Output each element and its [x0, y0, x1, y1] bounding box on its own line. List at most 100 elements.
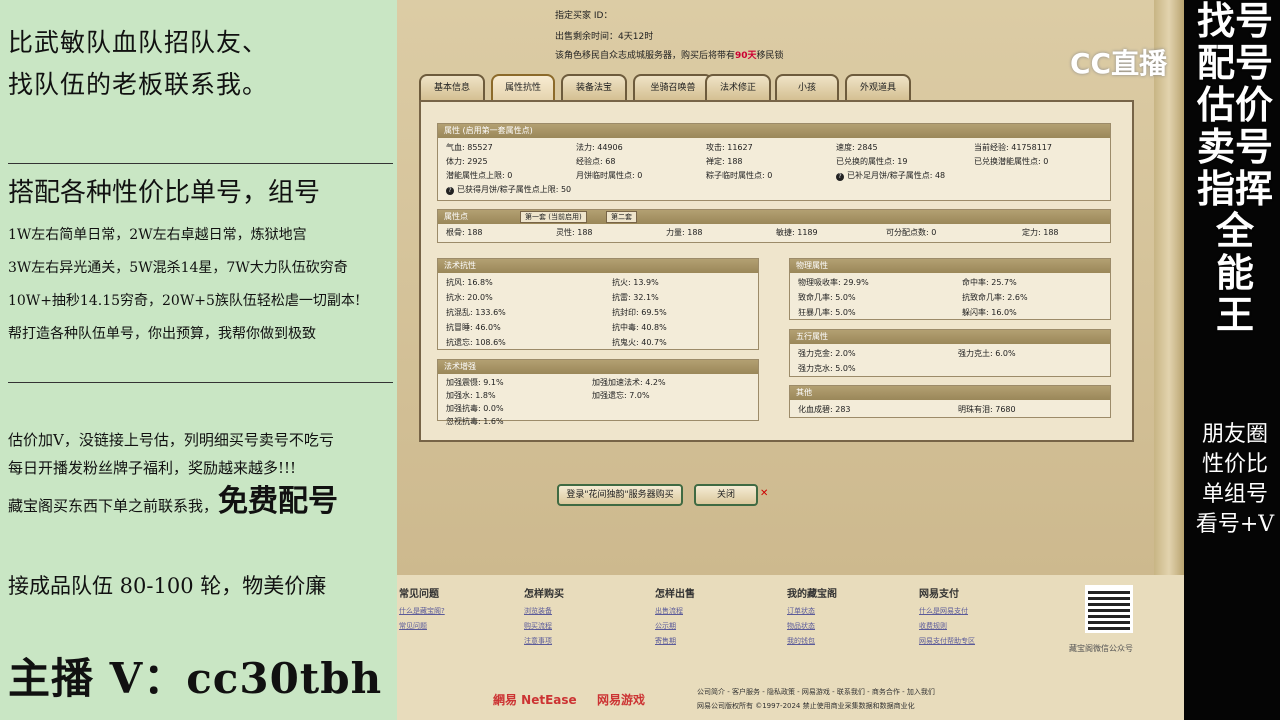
- tab-spell-mods[interactable]: 法术修正: [705, 74, 771, 101]
- point-resolve: 定力: 188: [1022, 227, 1059, 238]
- stat-value: 0: [637, 171, 643, 180]
- banner-line: 能: [1215, 250, 1254, 295]
- tab-basic-info[interactable]: 基本信息: [419, 74, 485, 101]
- help-icon[interactable]: ?: [836, 173, 844, 181]
- footer-link[interactable]: 什么是藏宝阁?: [399, 606, 445, 616]
- valuation-text: 估价加V，没链接上号估，列明细买号卖号不吃亏 每日开播发粉丝牌子福利，奖励越来越…: [8, 426, 338, 520]
- stat-zongzi-temp: 粽子临时属性点: 0: [706, 170, 772, 181]
- other-section: 其他 化血成碧: 283 明珠有泪: 7680: [789, 385, 1111, 418]
- stat-value: 7680: [995, 405, 1016, 414]
- footer-links[interactable]: 公司简介 - 客户服务 - 隐私政策 - 网易游戏 - 联系我们 - 商务合作 …: [697, 687, 935, 697]
- help-icon[interactable]: ?: [446, 187, 454, 195]
- point-physique: 根骨: 188: [446, 227, 483, 238]
- remaining-label: 出售剩余时间：: [555, 32, 619, 42]
- banner-line: 配号: [1196, 40, 1273, 85]
- footer-heading: 常见问题: [399, 589, 439, 600]
- qr-code-icon: [1085, 585, 1133, 633]
- stat-label: 命中率:: [962, 278, 989, 287]
- footer-link[interactable]: 什么是网易支付: [919, 606, 975, 616]
- stat-exchanged: 已兑换的属性点: 19: [836, 156, 907, 167]
- stat-value: 16.0%: [991, 308, 1017, 317]
- banner-line: 性价比: [1201, 452, 1268, 477]
- tab-point-set-1[interactable]: 第一套 (当前启用): [520, 211, 587, 223]
- stat-label: 攻击:: [706, 143, 725, 152]
- tab-equipment[interactable]: 装备法宝: [561, 74, 627, 101]
- stat-label: 强力克金:: [798, 349, 833, 358]
- footer-col-faq: 常见问题 什么是藏宝阁? 常见问题: [399, 585, 445, 636]
- tab-attributes[interactable]: 属性抗性: [491, 74, 555, 101]
- stat-mooncake-temp: 月饼临时属性点: 0: [576, 170, 642, 181]
- stat-value: 32.1%: [633, 293, 659, 302]
- stat-label: 强力克土:: [958, 349, 993, 358]
- tab-point-set-2[interactable]: 第二套: [606, 211, 637, 223]
- stat-value: 188: [467, 228, 483, 237]
- stat-label: 抗封印:: [612, 308, 639, 317]
- recruit-line-2: 找队伍的老板联系我。: [8, 70, 269, 99]
- stat-value: 85527: [467, 143, 493, 152]
- contact-text: 主播 V：cc30tbh: [8, 654, 383, 703]
- stat-value: 1189: [797, 228, 818, 237]
- footer-link[interactable]: 网易支付帮助专区: [919, 636, 975, 646]
- stat-label: 粽子临时属性点:: [706, 171, 765, 180]
- netease-logo: 網易 NetEase: [493, 693, 577, 707]
- stat-exp-points: 经验点: 68: [576, 156, 615, 167]
- stat-value: 108.6%: [475, 338, 506, 347]
- service-item: 3W左右异光通关，5W混杀14星，7W大力队伍砍穷奇: [8, 260, 348, 276]
- stat-value: 11627: [727, 143, 753, 152]
- stat-label: 躲闪率:: [962, 308, 989, 317]
- banner-line: 找号: [1196, 0, 1273, 43]
- stat-value: 25.7%: [991, 278, 1017, 287]
- stat-value: 46.0%: [475, 323, 501, 332]
- notice-days: 90天: [735, 51, 757, 61]
- close-x-icon[interactable]: ✕: [760, 488, 768, 499]
- tab-child[interactable]: 小孩: [775, 74, 839, 101]
- footer-link[interactable]: 公示期: [655, 621, 695, 631]
- footer-col-buy: 怎样购买 浏览装备 购买流程 注意事项: [524, 585, 564, 651]
- footer-link[interactable]: 收费规则: [919, 621, 975, 631]
- footer-link[interactable]: 物品状态: [787, 621, 837, 631]
- tab-mounts-pets[interactable]: 坐骑召唤兽: [633, 74, 713, 101]
- stat-exp: 当前经验: 41758117: [974, 142, 1052, 153]
- valuation-line: 藏宝阁买东西下单之前联系我，: [8, 497, 219, 515]
- footer-link[interactable]: 我的钱包: [787, 636, 837, 646]
- recruit-text: 比武敏队血队招队友、 找队伍的老板联系我。: [8, 22, 268, 106]
- service-item: 10W+抽秒14.15穷奇，20W+5族队伍轻松虐一切副本!: [8, 293, 361, 309]
- footer-link[interactable]: 订单状态: [787, 606, 837, 616]
- footer-link[interactable]: 出售流程: [655, 606, 695, 616]
- stat-label: 禅定:: [706, 157, 725, 166]
- stat-label: 已兑换的属性点:: [836, 157, 895, 166]
- footer-link[interactable]: 注意事项: [524, 636, 564, 646]
- point-free: 可分配点数: 0: [886, 227, 936, 238]
- service-heading: 搭配各种性价比单号，组号: [8, 178, 321, 208]
- footer-link[interactable]: 浏览装备: [524, 606, 564, 616]
- footer-col-my: 我的藏宝阁 订单状态 物品状态 我的钱包: [787, 585, 837, 651]
- footer-link[interactable]: 寄售期: [655, 636, 695, 646]
- section-header: 属性 (启用第一套属性点): [438, 124, 1110, 138]
- close-button[interactable]: 关闭: [694, 484, 758, 506]
- free-match-text: 免费配号: [218, 484, 339, 519]
- banner-line: 王: [1215, 292, 1254, 337]
- stat-label: 速度:: [836, 143, 855, 152]
- remaining-time: 出售剩余时间：4天12时: [555, 29, 653, 42]
- tab-appearance[interactable]: 外观道具: [845, 74, 911, 101]
- banner-line: 看号+V: [1195, 512, 1275, 537]
- stat-value: 2.6%: [1007, 293, 1028, 302]
- login-buy-button[interactable]: 登录"花间独韵"服务器购买: [557, 484, 683, 506]
- banner-line: 朋友圈: [1201, 422, 1268, 447]
- stat-label: 潜能属性点上限:: [446, 171, 505, 180]
- stat-value: 16.8%: [467, 278, 493, 287]
- stat-value: 13.9%: [633, 278, 659, 287]
- footer-link[interactable]: 购买流程: [524, 621, 564, 631]
- remaining-value: 4天12时: [618, 32, 654, 42]
- stat-label: 物理吸收率:: [798, 278, 841, 287]
- stat-label: 已兑换潜能属性点:: [974, 157, 1041, 166]
- stat-label: 定力:: [1022, 228, 1041, 237]
- stat-label: 抗雷:: [612, 293, 631, 302]
- footer-link[interactable]: 常见问题: [399, 621, 445, 631]
- banner-line: 单组号: [1201, 482, 1268, 507]
- stat-label: 加强抗毒:: [446, 404, 481, 413]
- stat-label: 当前经验:: [974, 143, 1009, 152]
- stat-value: 283: [835, 405, 851, 414]
- section-header: 法术抗性: [438, 259, 758, 273]
- notice-text: 该角色移民自众志成城服务器，购买后将带有: [555, 51, 736, 61]
